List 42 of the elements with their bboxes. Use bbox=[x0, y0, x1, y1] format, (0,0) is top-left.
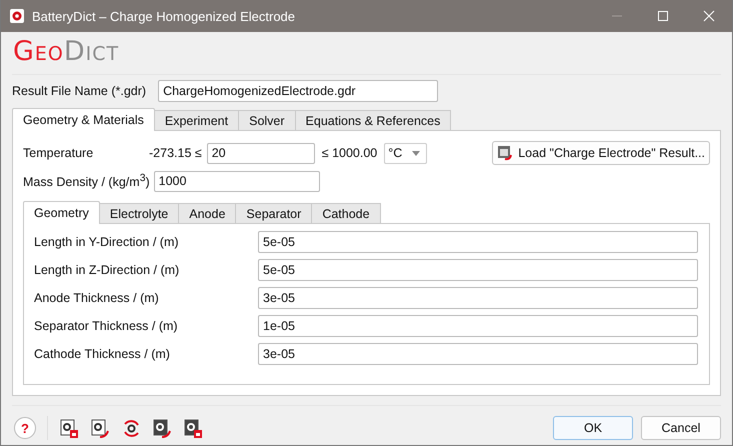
tab[interactable]: Equations & References bbox=[294, 110, 452, 130]
field-label: Cathode Thickness / (m) bbox=[34, 347, 171, 361]
load-result-button[interactable]: Load "Charge Electrode" Result... bbox=[492, 141, 710, 165]
value-field[interactable]: 3e-05 bbox=[258, 287, 698, 309]
save-settings-icon[interactable] bbox=[59, 418, 80, 438]
tab[interactable]: Geometry bbox=[23, 201, 100, 224]
window-title: BatteryDict – Charge Homogenized Electrode bbox=[32, 8, 296, 24]
field-label: Length in Y-Direction / (m) bbox=[34, 235, 180, 249]
cancel-button[interactable]: Cancel bbox=[641, 416, 721, 440]
ok-button[interactable]: OK bbox=[553, 416, 633, 440]
logo: GeoDict bbox=[13, 37, 120, 67]
field-label: Result File Name (*.gdr) bbox=[12, 84, 146, 98]
field-label: Anode Thickness / (m) bbox=[34, 291, 160, 305]
field-label: Mass Density / (kg/m$^{3}$) bbox=[23, 172, 150, 190]
value-field[interactable]: 5e-05 bbox=[258, 231, 698, 253]
help-button[interactable]: ? bbox=[14, 417, 36, 439]
temperature-field[interactable]: 20 bbox=[206, 142, 315, 164]
app-icon bbox=[10, 9, 24, 23]
max-bound: ≤ 1000.00 bbox=[322, 146, 378, 160]
file-name-field[interactable]: ChargeHomogenizedElectrode.gdr bbox=[158, 80, 438, 102]
save-settings-icon[interactable] bbox=[183, 418, 204, 438]
tab[interactable]: Experiment bbox=[154, 110, 240, 130]
tab[interactable]: Solver bbox=[238, 110, 296, 130]
tab[interactable]: Electrolyte bbox=[98, 203, 180, 223]
field-label: Length in Z-Direction / (m) bbox=[34, 263, 180, 277]
caret-icon bbox=[412, 150, 420, 156]
tab[interactable]: Anode bbox=[178, 203, 236, 223]
value-field[interactable]: 5e-05 bbox=[258, 259, 698, 281]
value-field[interactable]: 1e-05 bbox=[258, 315, 698, 337]
unit-dropdown[interactable]: °C bbox=[384, 142, 428, 164]
load-settings-icon[interactable] bbox=[152, 418, 173, 438]
field-label: Temperature bbox=[23, 146, 94, 160]
min-bound: -273.15 ≤ bbox=[149, 146, 202, 160]
load-settings-icon[interactable] bbox=[90, 418, 111, 438]
field-label: Separator Thickness / (m) bbox=[34, 319, 179, 333]
value-field[interactable]: 3e-05 bbox=[258, 343, 698, 365]
tab[interactable]: Cathode bbox=[311, 203, 381, 223]
maximize-icon bbox=[657, 10, 669, 22]
mass-density-field[interactable]: 1000 bbox=[154, 170, 320, 192]
close-icon bbox=[703, 10, 715, 22]
tab[interactable]: Separator bbox=[235, 203, 312, 223]
tab[interactable]: Geometry & Materials bbox=[12, 108, 155, 131]
